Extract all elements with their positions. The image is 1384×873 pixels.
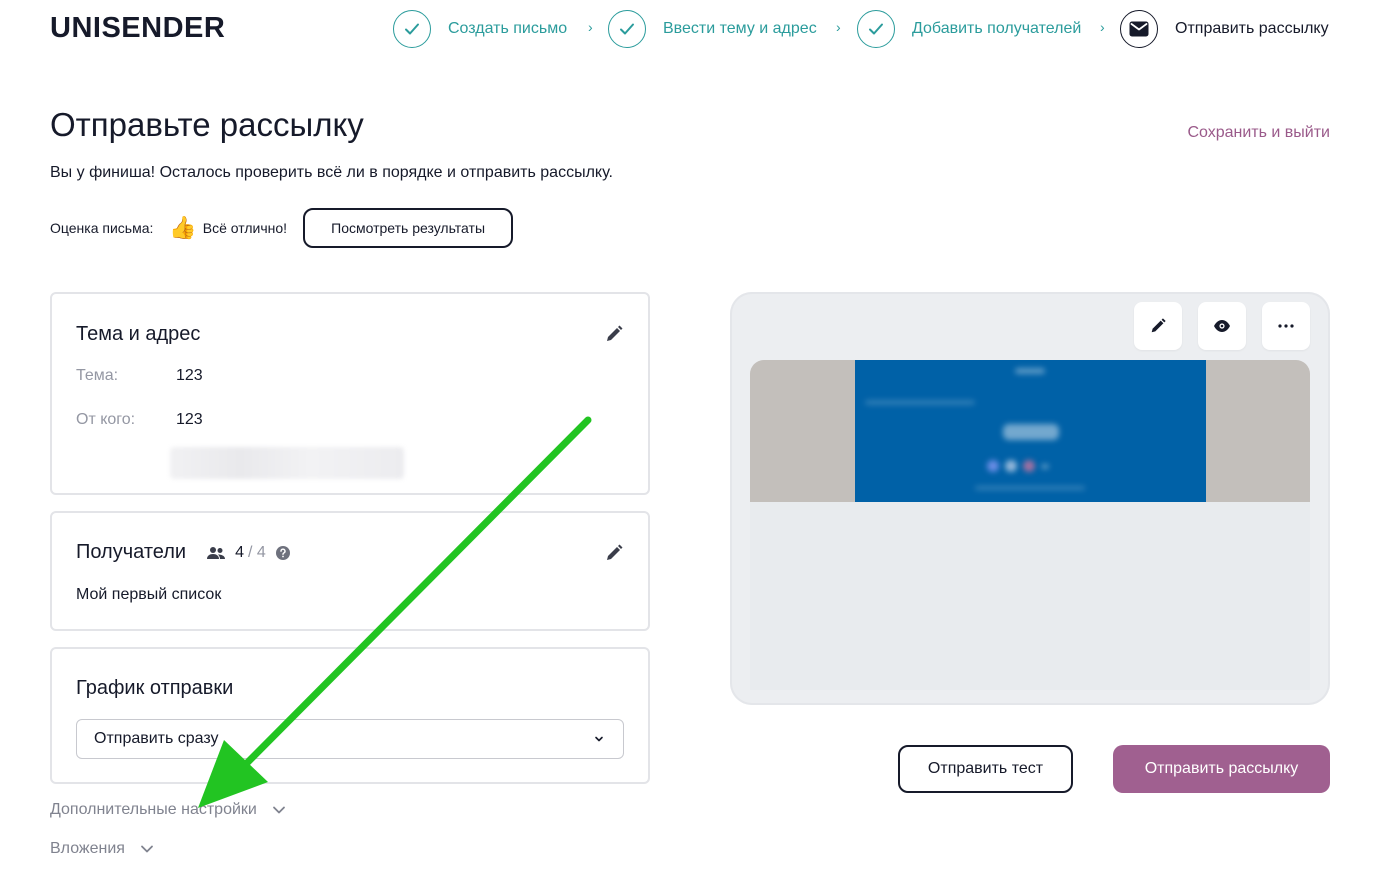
view-results-button[interactable]: Посмотреть результаты: [303, 208, 514, 248]
help-icon[interactable]: [275, 545, 290, 560]
card-title: График отправки: [76, 677, 234, 699]
chevron-right-icon: ›: [1100, 19, 1105, 35]
people-icon: [206, 546, 226, 560]
score-label: Оценка письма:: [50, 220, 154, 236]
edit-letter-button[interactable]: [1134, 302, 1182, 350]
recipients-count: 4: [235, 543, 244, 561]
schedule-card: График отправки Отправить сразу: [50, 647, 650, 784]
step-add-recipients[interactable]: Добавить получателей: [857, 8, 1081, 50]
thumbnail-email-body: [855, 360, 1206, 502]
step-send-campaign[interactable]: Отправить рассылку: [1120, 8, 1329, 50]
subject-address-card: Тема и адрес Тема: 123 От кого: 123: [50, 292, 650, 495]
preview-button[interactable]: [1198, 302, 1246, 350]
recipients-card: Получатели 4 / 4 Мой первый список: [50, 511, 650, 631]
pencil-icon[interactable]: [604, 543, 624, 563]
from-value: 123: [176, 411, 203, 428]
chevron-down-icon: [593, 732, 605, 750]
letter-score-row: Оценка письма: 👍 Всё отлично! Посмотреть…: [50, 208, 514, 248]
list-name: Мой первый список: [76, 586, 222, 603]
step-label: Добавить получателей: [912, 20, 1082, 37]
card-title: Получатели: [76, 541, 187, 563]
subject-value: 123: [176, 367, 203, 384]
step-subject-address[interactable]: Ввести тему и адрес: [608, 8, 817, 50]
pencil-icon: [1151, 318, 1166, 333]
step-label: Создать письмо: [448, 20, 568, 37]
page-title: Отправьте рассылку: [50, 106, 364, 143]
card-title-row: Получатели 4 / 4: [76, 541, 290, 564]
chevron-right-icon: ›: [836, 19, 841, 35]
schedule-selected-value: Отправить сразу: [94, 730, 219, 747]
chevron-down-icon: [141, 845, 153, 853]
pencil-icon[interactable]: [604, 324, 624, 344]
envelope-icon: [1120, 10, 1158, 48]
page-subtitle: Вы у финиша! Осталось проверить всё ли в…: [50, 164, 613, 181]
schedule-select[interactable]: Отправить сразу: [76, 719, 624, 759]
check-icon: [393, 10, 431, 48]
blurred-email: [170, 447, 404, 479]
email-preview-panel: [730, 292, 1330, 705]
eye-icon: [1214, 320, 1230, 332]
attachments-toggle[interactable]: Вложения: [50, 840, 155, 858]
step-label: Отправить рассылку: [1175, 20, 1329, 37]
chevron-down-icon: [272, 806, 285, 814]
check-icon: [608, 10, 646, 48]
additional-settings-toggle[interactable]: Дополнительные настройки: [50, 801, 287, 819]
email-thumbnail: [750, 360, 1310, 690]
step-label: Ввести тему и адрес: [663, 20, 817, 37]
from-label: От кого:: [76, 411, 136, 428]
more-options-button[interactable]: [1262, 302, 1310, 350]
send-test-button[interactable]: Отправить тест: [898, 745, 1073, 793]
unisender-logo[interactable]: UNISENDER: [50, 12, 225, 45]
additional-settings-label: Дополнительные настройки: [50, 801, 257, 818]
check-icon: [857, 10, 895, 48]
recipients-total: / 4: [247, 543, 266, 561]
attachments-label: Вложения: [50, 840, 125, 857]
subject-label: Тема:: [76, 367, 119, 384]
chevron-right-icon: ›: [588, 19, 593, 35]
send-campaign-button[interactable]: Отправить рассылку: [1113, 745, 1330, 793]
thumbs-up-icon: 👍: [169, 215, 197, 240]
score-value: Всё отлично!: [202, 220, 288, 236]
save-and-exit-link[interactable]: Сохранить и выйти: [1187, 124, 1330, 142]
step-create-letter[interactable]: Создать письмо: [393, 8, 567, 50]
more-dots-icon: [1278, 324, 1294, 328]
card-title: Тема и адрес: [76, 323, 201, 345]
